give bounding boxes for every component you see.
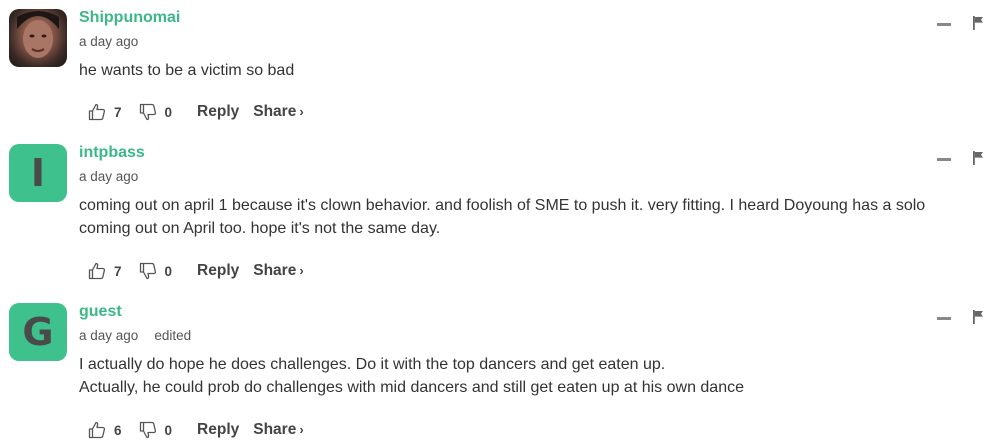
share-button[interactable]: Share › — [253, 103, 303, 121]
avatar-letter: I — [30, 151, 46, 195]
downvote-button[interactable]: 0 — [139, 421, 173, 439]
collapse-icon[interactable] — [937, 23, 951, 26]
flag-icon[interactable] — [972, 16, 984, 30]
avatar-letter: G — [22, 310, 54, 354]
reply-button[interactable]: Reply — [197, 103, 239, 121]
upvote-button[interactable]: 7 — [88, 262, 122, 280]
avatar-photo-icon — [17, 11, 59, 58]
comment-author[interactable]: intpbass — [79, 144, 145, 162]
upvote-button[interactable]: 7 — [88, 103, 122, 121]
collapse-icon[interactable] — [937, 158, 951, 161]
downvote-button[interactable]: 0 — [139, 262, 173, 280]
comment-text: I actually do hope he does challenges. D… — [79, 353, 984, 399]
thumbs-down-icon — [139, 262, 156, 280]
comment-timestamp: a day ago edited — [79, 328, 191, 343]
comment-author[interactable]: Shippunomai — [79, 9, 180, 27]
comment-text: he wants to be a victim so bad — [79, 59, 984, 82]
downvote-count: 0 — [164, 104, 173, 120]
flag-icon[interactable] — [972, 151, 984, 165]
timestamp-text[interactable]: a day ago — [79, 169, 138, 184]
chevron-right-icon: › — [299, 263, 304, 278]
thumbs-down-icon — [139, 103, 156, 121]
comment-actions: 6 0 Reply Share › — [88, 421, 304, 439]
comment-author[interactable]: guest — [79, 303, 122, 321]
thumbs-up-icon — [88, 262, 106, 280]
flag-icon[interactable] — [972, 310, 984, 324]
comment-actions: 7 0 Reply Share › — [88, 103, 304, 121]
comment-line: coming out on April too. hope it's not t… — [79, 220, 441, 237]
share-button[interactable]: Share › — [253, 421, 303, 439]
comment-actions: 7 0 Reply Share › — [88, 262, 304, 280]
avatar[interactable] — [9, 9, 67, 67]
reply-button[interactable]: Reply — [197, 262, 239, 280]
comment-line: coming out on april 1 because it's clown… — [79, 197, 926, 214]
comment-timestamp: a day ago — [79, 169, 138, 184]
thumbs-down-icon — [139, 421, 156, 439]
upvote-count: 7 — [114, 263, 122, 279]
chevron-right-icon: › — [299, 104, 304, 119]
upvote-count: 7 — [114, 104, 122, 120]
comment-line: I actually do hope he does challenges. D… — [79, 356, 666, 373]
collapse-icon[interactable] — [937, 317, 951, 320]
reply-button[interactable]: Reply — [197, 421, 239, 439]
timestamp-text[interactable]: a day ago — [79, 328, 138, 343]
comment-timestamp: a day ago — [79, 34, 138, 49]
thumbs-up-icon — [88, 103, 106, 121]
downvote-count: 0 — [164, 263, 173, 279]
comment-line: Actually, he could prob do challenges wi… — [79, 379, 744, 396]
downvote-button[interactable]: 0 — [139, 103, 173, 121]
upvote-button[interactable]: 6 — [88, 421, 122, 439]
share-button[interactable]: Share › — [253, 262, 303, 280]
edited-label: edited — [154, 328, 192, 343]
share-label: Share — [253, 103, 297, 120]
share-label: Share — [253, 421, 297, 438]
comment-line: he wants to be a victim so bad — [79, 62, 295, 79]
timestamp-text[interactable]: a day ago — [79, 34, 138, 49]
downvote-count: 0 — [164, 422, 173, 438]
avatar[interactable]: G — [9, 303, 67, 361]
thumbs-up-icon — [88, 421, 106, 439]
comment-text: coming out on april 1 because it's clown… — [79, 194, 984, 240]
upvote-count: 6 — [114, 422, 122, 438]
chevron-right-icon: › — [299, 422, 304, 437]
avatar[interactable]: I — [9, 144, 67, 202]
share-label: Share — [253, 262, 297, 279]
